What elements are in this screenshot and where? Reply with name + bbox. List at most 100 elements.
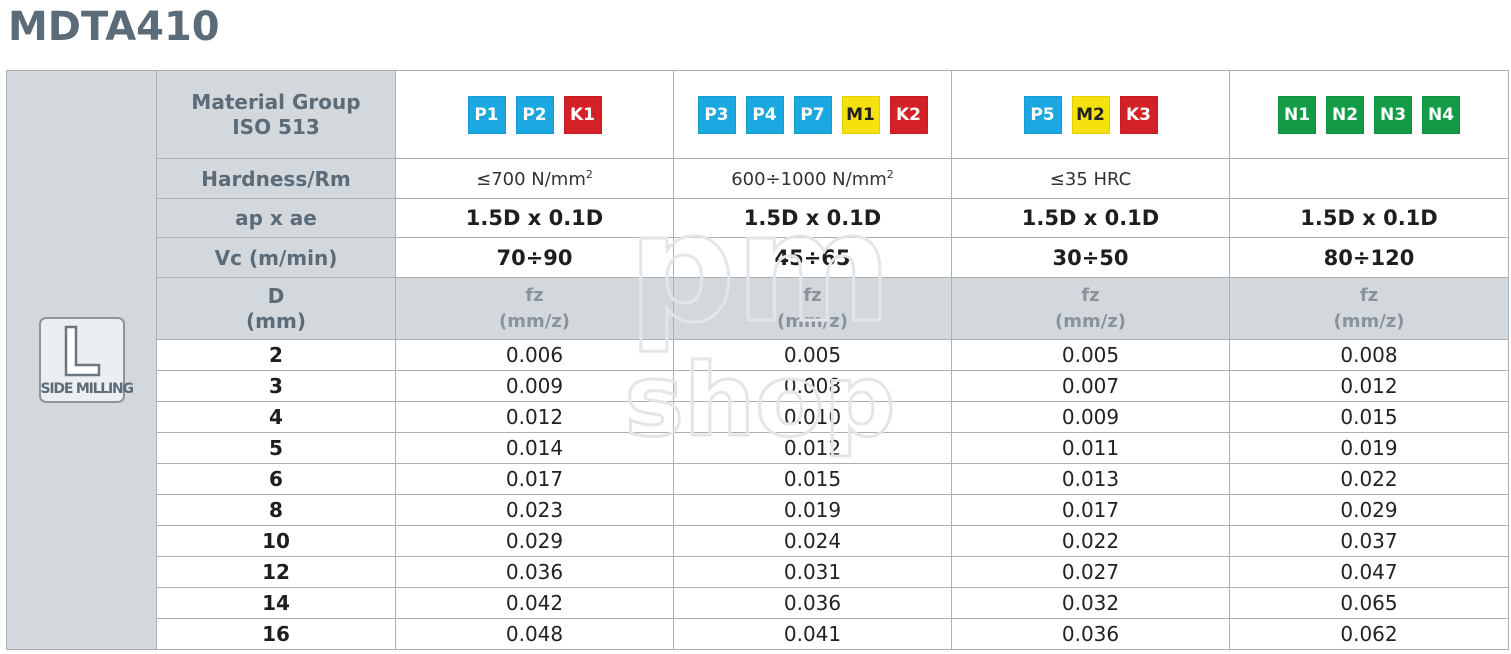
fz-value-cell: 0.012 (395, 401, 674, 433)
diameter-cell: 8 (156, 494, 396, 526)
cutting-data-table-wrapper: SIDE MILLING Material Group ISO 513 P1 P2… (6, 70, 1509, 650)
apae-value-4: 1.5D x 0.1D (1229, 198, 1509, 238)
fz-header-1-line2: (mm/z) (498, 310, 570, 332)
diameter-cell: 6 (156, 463, 396, 495)
fz-value-cell: 0.005 (673, 339, 952, 371)
vc-value-2: 45÷65 (673, 237, 952, 278)
hardness-row: Hardness/Rm ≤700 N/mm2 600÷1000 N/mm2 ≤3… (7, 158, 1509, 199)
fz-value-cell: 0.041 (673, 618, 952, 650)
diameter-cell: 2 (156, 339, 396, 371)
fz-value-cell: 0.012 (673, 432, 952, 464)
hardness-value-2: 600÷1000 N/mm2 (673, 158, 952, 199)
vc-value-3: 30÷50 (951, 237, 1230, 278)
fz-value-cell: 0.032 (951, 587, 1230, 619)
fz-value-cell: 0.015 (1229, 401, 1509, 433)
fz-value-cell: 0.036 (951, 618, 1230, 650)
material-group-col-1: P1 P2 K1 (395, 70, 674, 159)
fz-header-3-line1: fz (1081, 284, 1100, 306)
table-row: 4 0.012 0.010 0.009 0.015 (7, 401, 1509, 433)
fz-value-cell: 0.005 (951, 339, 1230, 371)
fz-header-3-line2: (mm/z) (1054, 310, 1126, 332)
fz-value-cell: 0.013 (951, 463, 1230, 495)
fz-value-cell: 0.010 (673, 401, 952, 433)
fz-value-cell: 0.023 (395, 494, 674, 526)
table-row: 14 0.042 0.036 0.032 0.065 (7, 587, 1509, 619)
fz-value-cell: 0.009 (395, 370, 674, 402)
d-header-line2: (mm) (246, 308, 306, 333)
iso-badge-n1: N1 (1278, 95, 1316, 134)
fz-header-4-line2: (mm/z) (1333, 310, 1405, 332)
iso-badge-m2: M2 (1071, 95, 1110, 134)
fz-value-cell: 0.007 (951, 370, 1230, 402)
table-row: 2 0.006 0.005 0.005 0.008 (7, 339, 1509, 371)
apae-value-1: 1.5D x 0.1D (395, 198, 674, 238)
iso-badge-p4: P4 (745, 95, 784, 134)
material-group-row: SIDE MILLING Material Group ISO 513 P1 P2… (6, 70, 1509, 650)
side-milling-icon: SIDE MILLING (38, 317, 134, 403)
badge-group-1: P1 P2 K1 (397, 95, 673, 134)
fz-value-cell: 0.036 (395, 556, 674, 588)
fz-value-cell: 0.047 (1229, 556, 1509, 588)
fz-value-cell: 0.017 (951, 494, 1230, 526)
badge-group-2: P3 P4 P7 M1 K2 (675, 95, 951, 134)
fz-value-cell: 0.048 (395, 618, 674, 650)
fz-header-3: fz (mm/z) (951, 277, 1230, 340)
apae-value-3: 1.5D x 0.1D (951, 198, 1230, 238)
fz-header-2-line1: fz (803, 284, 822, 306)
table-row: 16 0.048 0.041 0.036 0.062 (7, 618, 1509, 650)
fz-value-cell: 0.022 (1229, 463, 1509, 495)
fz-value-cell: 0.008 (1229, 339, 1509, 371)
fz-value-cell: 0.036 (673, 587, 952, 619)
diameter-cell: 5 (156, 432, 396, 464)
table-row: 8 0.023 0.019 0.017 0.029 (7, 494, 1509, 526)
cutting-data-table: SIDE MILLING Material Group ISO 513 P1 P2… (6, 70, 1509, 650)
fz-value-cell: 0.014 (395, 432, 674, 464)
diameter-cell: 10 (156, 525, 396, 557)
badge-group-3: P5 M2 K3 (953, 95, 1229, 134)
hardness-value-3: ≤35 HRC (951, 158, 1230, 199)
fz-value-cell: 0.065 (1229, 587, 1509, 619)
fz-value-cell: 0.027 (951, 556, 1230, 588)
fz-header-4-line1: fz (1359, 284, 1379, 306)
badge-group-4: N1 N2 N3 N4 (1231, 95, 1508, 134)
fz-header-2: fz (mm/z) (673, 277, 952, 340)
iso-badge-p7: P7 (793, 95, 832, 134)
diameter-cell: 14 (156, 587, 396, 619)
fz-value-cell: 0.009 (951, 401, 1230, 433)
fz-value-cell: 0.012 (1229, 370, 1509, 402)
iso-badge-k1: K1 (563, 95, 602, 134)
fz-value-cell: 0.015 (673, 463, 952, 495)
material-group-col-4: N1 N2 N3 N4 (1229, 70, 1509, 159)
material-group-label-line1: Material Group (191, 89, 361, 114)
apae-value-2: 1.5D x 0.1D (673, 198, 952, 238)
hardness-sup-1: 2 (585, 167, 593, 181)
apae-row: ap x ae 1.5D x 0.1D 1.5D x 0.1D 1.5D x 0… (7, 198, 1509, 238)
apae-label: ap x ae (156, 198, 396, 238)
fz-header-4: fz (mm/z) (1229, 277, 1509, 340)
table-row: 12 0.036 0.031 0.027 0.047 (7, 556, 1509, 588)
hardness-value-4 (1229, 158, 1509, 199)
fz-value-cell: 0.062 (1229, 618, 1509, 650)
diameter-cell: 16 (156, 618, 396, 650)
fz-value-cell: 0.029 (395, 525, 674, 557)
table-row: 3 0.009 0.008 0.007 0.012 (7, 370, 1509, 402)
vc-row: Vc (m/min) 70÷90 45÷65 30÷50 80÷120 (7, 237, 1509, 278)
hardness-sup-2: 2 (886, 167, 894, 181)
hardness-text-1: ≤700 N/mm (476, 168, 586, 190)
material-group-col-3: P5 M2 K3 (951, 70, 1230, 159)
hardness-text-3: ≤35 HRC (1049, 168, 1132, 190)
diameter-cell: 4 (156, 401, 396, 433)
iso-badge-m1: M1 (841, 95, 880, 134)
table-row: 10 0.029 0.024 0.022 0.037 (7, 525, 1509, 557)
hardness-value-1: ≤700 N/mm2 (395, 158, 674, 199)
fz-header-row: D (mm) fz (mm/z) fz (mm/z) fz (mm/z) fz (mm/… (7, 277, 1509, 340)
vc-value-4: 80÷120 (1229, 237, 1509, 278)
iso-badge-n4: N4 (1422, 95, 1460, 134)
iso-badge-p2: P2 (515, 95, 554, 134)
hardness-text-2: 600÷1000 N/mm (731, 168, 887, 190)
material-group-label: Material Group ISO 513 (156, 70, 396, 159)
hardness-label: Hardness/Rm (156, 158, 396, 199)
iso-badge-p5: P5 (1023, 95, 1062, 134)
fz-value-cell: 0.042 (395, 587, 674, 619)
fz-value-cell: 0.022 (951, 525, 1230, 557)
